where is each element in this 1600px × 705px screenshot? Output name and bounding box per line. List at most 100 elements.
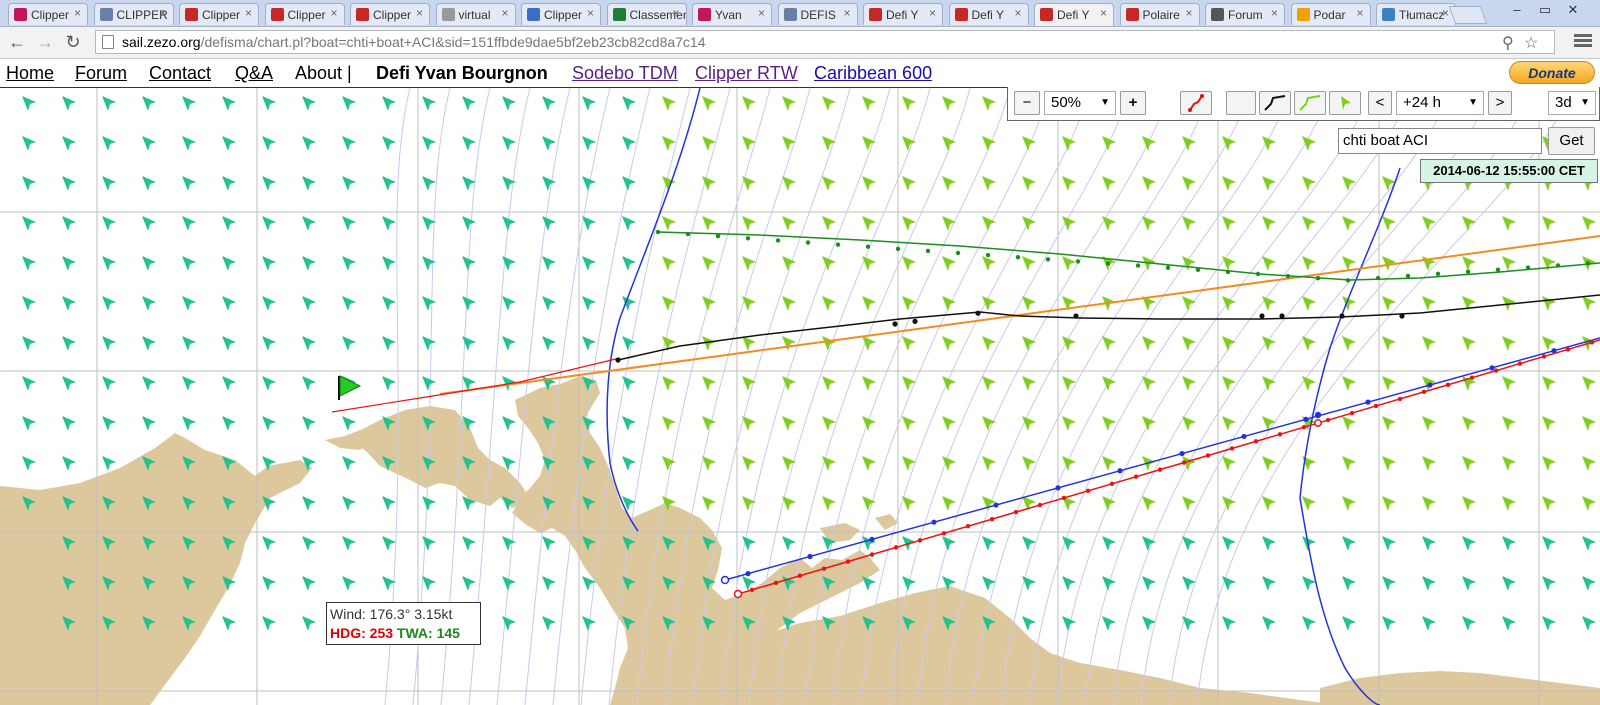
boat-search-input[interactable]: chti boat ACI <box>1338 128 1542 154</box>
tab-close-icon[interactable]: × <box>159 6 166 20</box>
zoom-in-button[interactable]: + <box>1120 91 1146 115</box>
wind-arrow-icon <box>1382 416 1396 431</box>
green-route-button[interactable] <box>1294 91 1326 115</box>
tab-close-icon[interactable]: × <box>245 6 252 20</box>
tab-close-icon[interactable]: × <box>672 6 679 20</box>
black-route-button[interactable] <box>1259 91 1291 115</box>
route-point <box>895 246 901 251</box>
browser-tab[interactable]: Defi Y × <box>948 3 1029 25</box>
browser-tab[interactable]: Defi Y × <box>1034 3 1114 26</box>
routing-map[interactable] <box>0 88 1600 705</box>
sodebo-link[interactable]: Sodebo TDM <box>572 63 678 84</box>
nav-contact-link[interactable]: Contact <box>149 63 211 84</box>
tab-close-icon[interactable]: × <box>1356 6 1363 20</box>
tab-close-icon[interactable]: × <box>1185 6 1192 20</box>
wind-arrow-icon <box>1502 416 1516 431</box>
wind-arrow-icon <box>1542 216 1556 231</box>
maximize-icon[interactable]: ▭ <box>1533 2 1557 18</box>
bookmark-star-icon[interactable]: ☆ <box>1524 33 1538 53</box>
get-button[interactable]: Get <box>1548 127 1595 155</box>
browser-tab[interactable]: Defi Y × <box>863 3 943 25</box>
route-point <box>805 240 811 245</box>
zoom-icon[interactable]: ⚲ <box>1502 33 1514 53</box>
browser-tab[interactable]: Yvan × <box>692 3 772 25</box>
url-path: /defisma/chart.pl?boat=chti+boat+ACI&sid… <box>200 34 706 50</box>
browser-tab[interactable]: Clipper × <box>179 3 259 25</box>
browser-tab-strip: Clipper × CLIPPER × Clipper × Clipper × Clipper ×… <box>0 0 1600 27</box>
wind-arrow-icon <box>1102 336 1116 351</box>
route-point <box>1495 267 1501 272</box>
tab-close-icon[interactable]: × <box>1442 6 1449 20</box>
wind-arrow-icon <box>1302 296 1316 311</box>
wind-arrow-icon <box>102 296 116 311</box>
time-prev-button[interactable]: < <box>1368 91 1392 115</box>
wind-arrow-icon <box>1422 456 1436 471</box>
route-point <box>845 559 851 564</box>
wind-arrow-icon <box>582 216 596 231</box>
browser-tab[interactable]: DEFIS × <box>777 3 858 25</box>
zoom-out-button[interactable]: − <box>1014 91 1040 115</box>
route-toggle-button[interactable] <box>1180 91 1212 115</box>
wind-arrow-icon <box>782 296 796 311</box>
browser-tab[interactable]: Tłumacz × <box>1376 3 1456 25</box>
browser-tab[interactable]: Clipper × <box>521 3 601 25</box>
mode-select[interactable]: 3d ▼ <box>1548 91 1596 115</box>
caribbean-link[interactable]: Caribbean 600 <box>814 63 932 84</box>
wind-toggle-button[interactable] <box>1329 91 1361 115</box>
tab-title: Defi Y <box>971 8 1004 22</box>
blank-toggle-button[interactable] <box>1226 91 1256 115</box>
tab-close-icon[interactable]: × <box>501 6 508 20</box>
donate-button[interactable]: Donate <box>1509 61 1595 84</box>
time-select[interactable]: +24 h ▼ <box>1396 91 1484 115</box>
wind-arrow-icon <box>982 376 996 391</box>
time-next-button[interactable]: > <box>1488 91 1512 115</box>
minimize-icon[interactable]: – <box>1505 2 1529 17</box>
tab-close-icon[interactable]: × <box>330 6 337 20</box>
browser-tab[interactable]: virtual × <box>435 3 516 25</box>
wind-arrow-icon <box>342 576 356 591</box>
wind-arrow-icon <box>1502 256 1516 271</box>
close-window-icon[interactable]: ✕ <box>1561 2 1585 18</box>
wind-arrow-icon <box>1182 496 1196 511</box>
tab-close-icon[interactable]: × <box>1014 6 1021 20</box>
reload-icon[interactable]: ↻ <box>62 31 84 53</box>
tab-close-icon[interactable]: × <box>416 6 423 20</box>
wind-arrow-icon <box>1502 536 1516 551</box>
browser-tab[interactable]: Clipper × <box>264 3 345 25</box>
wind-arrow-icon <box>262 416 276 431</box>
browser-tab[interactable]: Clipper × <box>8 3 88 25</box>
browser-tab[interactable]: Forum × <box>1205 3 1285 25</box>
clipper-link[interactable]: Clipper RTW <box>695 63 798 84</box>
new-tab-button[interactable] <box>1448 6 1488 24</box>
zoom-select[interactable]: 50% ▼ <box>1044 91 1116 115</box>
browser-tab[interactable]: Podar × <box>1290 3 1371 25</box>
tab-close-icon[interactable]: × <box>1271 6 1278 20</box>
address-bar[interactable]: sail.zezo.org/defisma/chart.pl?boat=chti… <box>95 30 1555 54</box>
wind-arrow-icon <box>1582 616 1596 631</box>
tab-close-icon[interactable]: × <box>758 6 765 20</box>
tab-close-icon[interactable]: × <box>1100 6 1107 20</box>
browser-menu-icon[interactable] <box>1574 32 1592 50</box>
nav-home-link[interactable]: Home <box>6 63 54 84</box>
wind-arrow-icon <box>662 376 676 391</box>
wind-arrow-icon <box>422 176 436 191</box>
nav-qa-link[interactable]: Q&A <box>235 63 273 84</box>
map-canvas[interactable] <box>0 88 1600 705</box>
tab-close-icon[interactable]: × <box>74 6 81 20</box>
browser-tab[interactable]: Clipper × <box>350 3 430 25</box>
browser-tab[interactable]: Polaire × <box>1119 3 1200 25</box>
browser-tab[interactable]: CLIPPER × <box>93 3 174 25</box>
back-icon[interactable]: ← <box>6 31 28 53</box>
tab-close-icon[interactable]: × <box>843 6 850 20</box>
wind-arrow-icon <box>862 456 876 471</box>
nav-about-link[interactable]: About | <box>295 63 352 84</box>
tab-close-icon[interactable]: × <box>587 6 594 20</box>
tab-title: Polaire <box>1142 8 1180 22</box>
wind-arrow-icon <box>1422 416 1436 431</box>
browser-tab[interactable]: Classement× <box>606 3 687 25</box>
route-point <box>1205 453 1211 458</box>
tab-close-icon[interactable]: × <box>929 6 936 20</box>
nav-forum-link[interactable]: Forum <box>75 63 127 84</box>
forward-icon[interactable]: → <box>34 31 56 53</box>
tab-favicon-icon <box>1040 8 1053 21</box>
